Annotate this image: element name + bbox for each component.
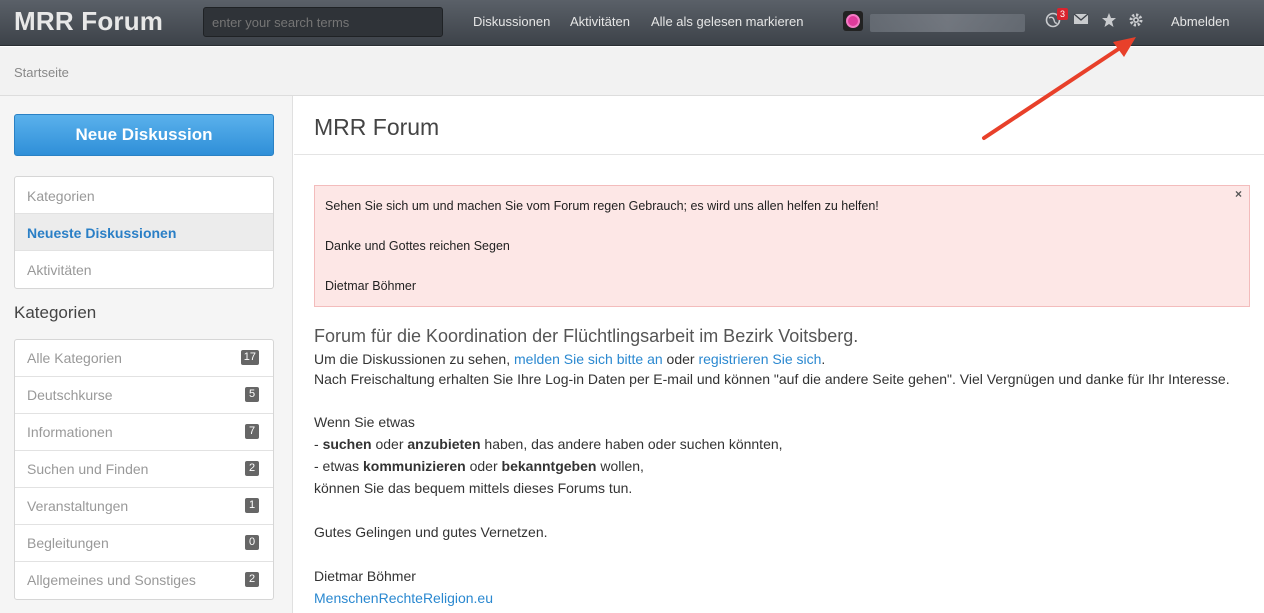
category-name: Allgemeines und Sonstiges — [27, 572, 196, 588]
logout-link[interactable]: Abmelden — [1171, 14, 1230, 29]
category-count-badge: 7 — [245, 424, 259, 439]
divider — [294, 154, 1264, 155]
category-count-badge: 0 — [245, 535, 259, 550]
brand-logo[interactable]: MRR Forum — [14, 6, 163, 37]
category-count-badge: 1 — [245, 498, 259, 513]
category-count-badge: 17 — [240, 350, 259, 365]
category-item[interactable]: Deutschkurse 5 — [15, 377, 273, 414]
nav-activities[interactable]: Aktivitäten — [570, 14, 630, 29]
search-input[interactable] — [203, 7, 443, 37]
text: oder — [371, 436, 408, 452]
category-item[interactable]: Suchen und Finden 2 — [15, 451, 273, 488]
notification-badge: 3 — [1057, 8, 1068, 20]
nav-mark-all-read[interactable]: Alle als gelesen markieren — [651, 14, 803, 29]
bold-text: bekanntgeben — [501, 458, 597, 474]
bullet-line: - etwas kommunizieren oder bekanntgeben … — [314, 458, 644, 474]
star-icon[interactable] — [1100, 12, 1118, 30]
text: - etwas — [314, 458, 364, 474]
sidebar-nav: Kategorien Neueste Diskussionen Aktivitä… — [14, 176, 274, 289]
bold-text: kommunizieren — [363, 458, 466, 474]
breadcrumb: Startseite — [0, 47, 1264, 96]
alert-line: Sehen Sie sich um und machen Sie vom For… — [325, 199, 879, 213]
avatar[interactable] — [843, 11, 863, 31]
category-list: Alle Kategorien 17 Deutschkurse 5 Informat… — [14, 339, 274, 600]
avatar-face-icon — [846, 14, 860, 28]
username-redacted[interactable] — [870, 14, 1025, 32]
text: . — [821, 351, 826, 367]
category-item[interactable]: Informationen 7 — [15, 414, 273, 451]
paragraph-text: Wenn Sie etwas — [314, 414, 415, 430]
activation-text: Nach Freischaltung erhalten Sie Ihre Log… — [314, 371, 1230, 387]
bullet-line: - suchen oder anzubieten haben, das ande… — [314, 436, 783, 452]
text: Um die Diskussionen zu sehen, — [314, 351, 514, 367]
login-link[interactable]: melden Sie sich bitte an — [514, 351, 663, 367]
site-link[interactable]: MenschenRechteReligion.eu — [314, 590, 493, 606]
signature: Dietmar Böhmer — [314, 568, 416, 584]
category-item[interactable]: Veranstaltungen 1 — [15, 488, 273, 525]
category-count-badge: 2 — [245, 461, 259, 476]
category-name: Alle Kategorien — [27, 350, 122, 366]
text: - — [314, 436, 323, 452]
gear-icon[interactable] — [1127, 12, 1145, 30]
text: oder — [662, 351, 699, 367]
register-link[interactable]: registrieren Sie sich — [698, 351, 821, 367]
category-item[interactable]: Alle Kategorien 17 — [15, 340, 273, 377]
breadcrumb-home[interactable]: Startseite — [14, 65, 69, 80]
category-name: Informationen — [27, 424, 113, 440]
text: wollen, — [596, 458, 644, 474]
sidebar-item-recent-discussions[interactable]: Neueste Diskussionen — [15, 214, 273, 251]
paragraph-text: Gutes Gelingen und gutes Vernetzen. — [314, 524, 548, 540]
alert-line: Dietmar Böhmer — [325, 279, 416, 293]
category-name: Deutschkurse — [27, 387, 113, 403]
close-icon[interactable]: × — [1235, 187, 1242, 201]
category-name: Begleitungen — [27, 535, 109, 551]
category-item[interactable]: Begleitungen 0 — [15, 525, 273, 562]
text: oder — [465, 458, 502, 474]
sidebar-item-activities[interactable]: Aktivitäten — [15, 251, 273, 288]
text: haben, das andere haben oder suchen könn… — [480, 436, 783, 452]
announcement-alert: Sehen Sie sich um und machen Sie vom For… — [314, 185, 1250, 307]
nav-discussions[interactable]: Diskussionen — [473, 14, 550, 29]
paragraph-text: können Sie das bequem mittels dieses For… — [314, 480, 633, 496]
category-item[interactable]: Allgemeines und Sonstiges 2 — [15, 562, 273, 599]
category-name: Suchen und Finden — [27, 461, 149, 477]
intro-heading: Forum für die Koordination der Flüchtlin… — [314, 326, 859, 346]
category-count-badge: 2 — [245, 572, 259, 587]
envelope-icon[interactable] — [1072, 12, 1090, 30]
login-text: Um die Diskussionen zu sehen, melden Sie… — [314, 351, 825, 367]
alert-line: Danke und Gottes reichen Segen — [325, 239, 510, 253]
page-title: MRR Forum — [314, 114, 440, 140]
bold-text: anzubieten — [407, 436, 481, 452]
category-name: Veranstaltungen — [27, 498, 129, 514]
categories-heading: Kategorien — [14, 303, 97, 322]
top-navbar: MRR Forum Diskussionen Aktivitäten Alle … — [0, 0, 1264, 46]
sidebar: Neue Diskussion Kategorien Neueste Disku… — [0, 96, 293, 613]
sidebar-item-categories[interactable]: Kategorien — [15, 177, 273, 214]
new-discussion-button[interactable]: Neue Diskussion — [14, 114, 274, 156]
bold-text: suchen — [322, 436, 372, 452]
category-count-badge: 5 — [245, 387, 259, 402]
